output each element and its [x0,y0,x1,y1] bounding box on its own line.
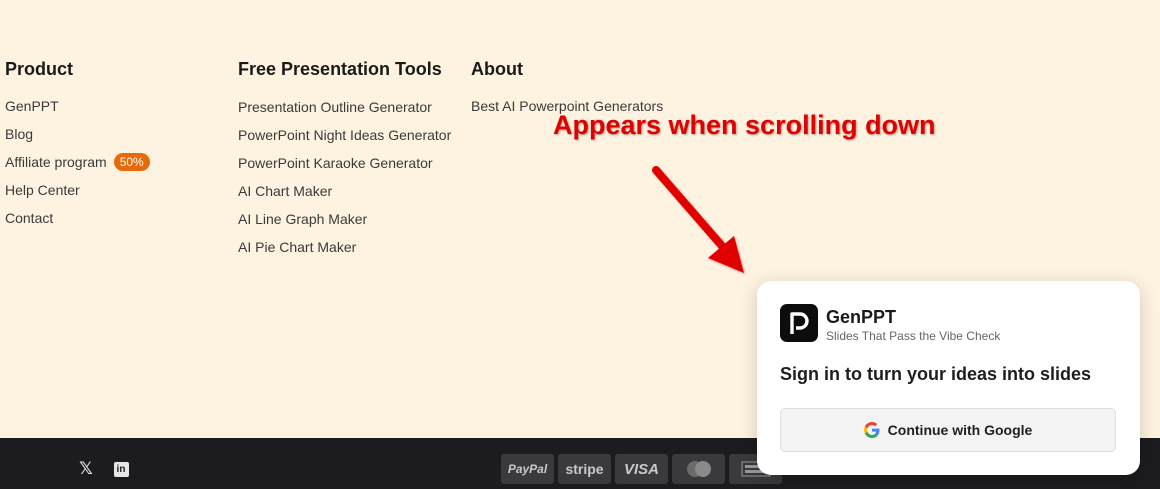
tools-link-night-ideas[interactable]: PowerPoint Night Ideas Generator [238,125,453,145]
tools-list: Presentation Outline Generator PowerPoin… [238,97,453,257]
google-button-label: Continue with Google [887,422,1033,438]
product-heading: Product [5,59,74,79]
about-column: About Best AI Powerpoint Generators [471,55,731,115]
about-heading: About [471,59,523,79]
payment-methods: PayPal stripe VISA [501,454,782,484]
product-link-genppt[interactable]: GenPPT [5,97,225,115]
annotation-arrow-icon [652,166,744,273]
tools-link-karaoke[interactable]: PowerPoint Karaoke Generator [238,153,453,173]
product-list: GenPPT Blog Affiliate program 50% Help C… [5,97,225,227]
product-column: Product GenPPT Blog Affiliate program 50… [5,55,225,237]
tools-column: Free Presentation Tools Presentation Out… [238,55,453,265]
tools-heading: Free Presentation Tools [238,59,442,79]
product-link-blog[interactable]: Blog [5,125,225,143]
paypal-icon: PayPal [501,454,554,484]
popup-brand-name: GenPPT [826,307,897,327]
continue-with-google-button[interactable]: Continue with Google [780,408,1116,452]
product-link-contact[interactable]: Contact [5,209,225,227]
popup-tagline: Slides That Pass the Vibe Check [826,329,1001,343]
mastercard-icon [672,454,725,484]
x-logo-icon[interactable]: 𝕏 [77,459,95,478]
google-icon [863,422,880,438]
tools-link-pie-chart[interactable]: AI Pie Chart Maker [238,237,453,257]
genppt-logo-icon [780,304,818,342]
visa-icon: VISA [615,454,668,484]
annotation-text: Appears when scrolling down [553,110,936,140]
stripe-icon: stripe [558,454,611,484]
affiliate-badge: 50% [113,153,150,171]
tools-link-line-graph[interactable]: AI Line Graph Maker [238,209,453,229]
tools-link-outline-generator[interactable]: Presentation Outline Generator [238,97,453,117]
sign-in-popup: GenPPT Slides That Pass the Vibe Check S… [757,281,1140,475]
popup-heading: Sign in to turn your ideas into slides [780,364,1092,384]
product-link-help-center[interactable]: Help Center [5,181,225,199]
tools-link-chart-maker[interactable]: AI Chart Maker [238,181,453,201]
linkedin-icon[interactable]: in [112,460,130,478]
product-link-affiliate[interactable]: Affiliate program 50% [5,153,225,171]
